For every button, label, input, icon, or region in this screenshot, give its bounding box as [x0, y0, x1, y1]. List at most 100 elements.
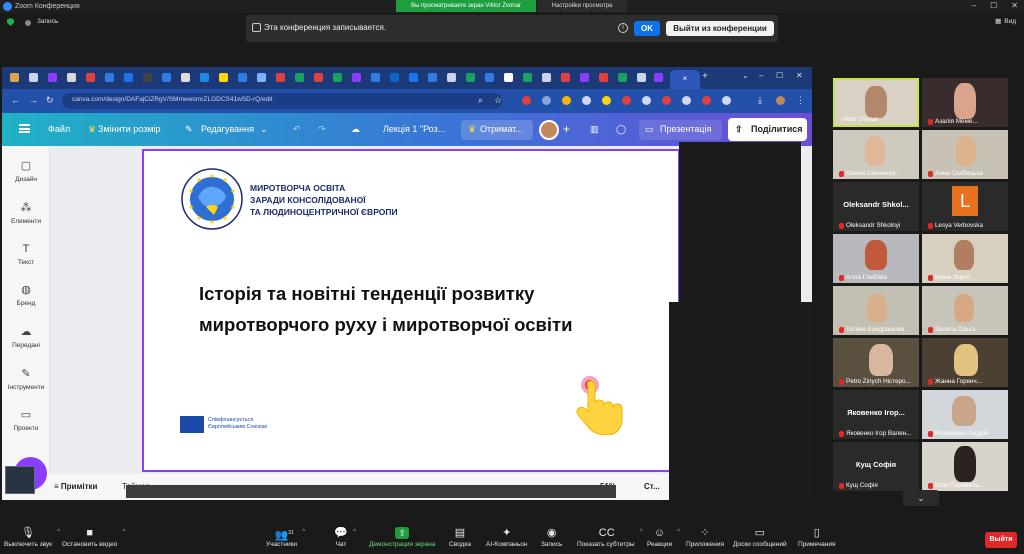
extension-icon[interactable]	[542, 96, 551, 105]
more-menu-icon[interactable]: ⋮	[796, 95, 805, 106]
tab-favicon-icon[interactable]	[654, 73, 663, 82]
collaborator-avatar[interactable]	[539, 120, 559, 140]
participant-tile[interactable]: Моховенко Андрій	[922, 390, 1008, 439]
chevron-up-icon[interactable]: ^	[640, 529, 643, 535]
pages-button[interactable]: Ст...	[644, 482, 660, 491]
apps-button[interactable]: ⁘ Приложения	[686, 527, 724, 548]
redo-icon[interactable]: ↷	[318, 124, 326, 135]
chat-button[interactable]: 💬 Чат ^	[334, 527, 356, 548]
tab-favicon-icon[interactable]	[561, 73, 570, 82]
info-icon[interactable]: i	[618, 23, 628, 33]
chevron-up-icon[interactable]: ^	[677, 529, 680, 535]
download-icon[interactable]: ⤓	[758, 95, 762, 106]
undo-icon[interactable]: ↶	[293, 124, 301, 135]
participant-tile[interactable]: Petro Zinych Ністеро...	[833, 338, 919, 387]
leave-button[interactable]: Выйти	[985, 532, 1017, 548]
maximize-icon[interactable]: ☐	[776, 71, 783, 80]
editing-mode-button[interactable]: Редагування	[201, 124, 254, 134]
participant-tile[interactable]: Алла Глебова	[833, 234, 919, 283]
extension-icon[interactable]	[642, 96, 651, 105]
ai-companion-button[interactable]: ✦ AI-Компаньон	[486, 527, 528, 548]
tab-favicon-icon[interactable]	[447, 73, 456, 82]
active-tab-close-icon[interactable]: ×	[670, 70, 700, 89]
participant-tile[interactable]: Юля Переваль...	[922, 442, 1008, 491]
participant-tile[interactable]: Яковенко Ігор... Яковенко Ігор Вален...	[833, 390, 919, 439]
tab-favicon-icon[interactable]	[618, 73, 627, 82]
tab-favicon-icon[interactable]	[10, 73, 19, 82]
url-field[interactable]: canva.com/design/DAFajCiZRgV/SMmewomrZLG…	[62, 93, 502, 109]
chevron-down-icon[interactable]: ⌄	[742, 71, 749, 80]
tab-favicon-icon[interactable]	[181, 73, 190, 82]
extension-icon[interactable]	[582, 96, 591, 105]
security-shield-icon[interactable]	[7, 18, 14, 26]
zoom-icon[interactable]: ⌕	[478, 95, 483, 106]
participant-tile[interactable]: Анна Скабицька	[922, 130, 1008, 179]
extension-icon[interactable]	[662, 96, 671, 105]
tab-favicon-icon[interactable]	[29, 73, 38, 82]
close-icon[interactable]: ✕	[796, 71, 803, 80]
sidebar-item-tools[interactable]: ✎ Інструменти	[2, 368, 50, 391]
hamburger-menu-icon[interactable]	[19, 124, 30, 133]
add-collaborator-icon[interactable]: +	[563, 122, 570, 136]
tab-favicon-icon[interactable]	[466, 73, 475, 82]
extension-icon[interactable]	[522, 96, 531, 105]
extension-icon[interactable]	[722, 96, 731, 105]
forward-icon[interactable]: →	[29, 95, 38, 105]
sidebar-item-text[interactable]: T Текст	[2, 243, 50, 266]
tab-favicon-icon[interactable]	[637, 73, 646, 82]
tab-favicon-icon[interactable]	[542, 73, 551, 82]
participant-tile[interactable]: Олена Сенченко...	[833, 130, 919, 179]
document-title[interactable]: Лекція 1 "Роз...	[383, 124, 445, 134]
participant-tile[interactable]: Зелепа Ольга	[922, 286, 1008, 335]
maximize-icon[interactable]: ☐	[990, 1, 997, 10]
notes-button[interactable]: ▯ Примечания	[798, 527, 836, 548]
sidebar-item-design[interactable]: ▢ Дизайн	[2, 160, 50, 183]
extension-icon[interactable]	[702, 96, 711, 105]
tab-favicon-icon[interactable]	[162, 73, 171, 82]
shared-screen-scroll-bar[interactable]	[126, 485, 616, 498]
tab-favicon-icon[interactable]	[504, 73, 513, 82]
chevron-up-icon[interactable]: ^	[57, 529, 60, 535]
resize-button[interactable]: Змінити розмір	[98, 124, 161, 134]
tab-favicon-icon[interactable]	[428, 73, 437, 82]
tab-favicon-icon[interactable]	[86, 73, 95, 82]
sidebar-item-uploads[interactable]: ☁ Передані	[2, 326, 50, 349]
participants-button[interactable]: 👥31 Участники ^	[266, 527, 305, 548]
stop-video-button[interactable]: ■ Остановить видео ^	[62, 527, 125, 548]
extension-icon[interactable]	[562, 96, 571, 105]
tab-favicon-icon[interactable]	[124, 73, 133, 82]
summary-button[interactable]: ▤ Сводка	[449, 527, 471, 548]
participant-tile[interactable]: Кущ Софія Кущ Софія	[833, 442, 919, 491]
gallery-scroll-down-icon[interactable]: ⌄	[903, 490, 939, 506]
extension-icon[interactable]	[602, 96, 611, 105]
chevron-up-icon[interactable]: ^	[302, 529, 305, 535]
tab-favicon-icon[interactable]	[238, 73, 247, 82]
whiteboards-button[interactable]: ▭ Доски сообщений	[733, 527, 787, 548]
participant-tile[interactable]: Ірина Зерке...	[922, 234, 1008, 283]
ok-button[interactable]: OK	[634, 21, 660, 36]
chevron-up-icon[interactable]: ^	[353, 529, 356, 535]
file-menu[interactable]: Файл	[48, 124, 70, 134]
participant-tile[interactable]: Oleksandr Shkol... Oleksandr Shkolnyi	[833, 182, 919, 231]
tab-favicon-icon[interactable]	[276, 73, 285, 82]
tab-favicon-icon[interactable]	[143, 73, 152, 82]
close-icon[interactable]: ✕	[1011, 1, 1018, 10]
participant-tile[interactable]: Жанна Горянч...	[922, 338, 1008, 387]
share-button[interactable]: ⇧ Поділитися	[728, 118, 807, 141]
bookmark-star-icon[interactable]: ☆	[494, 95, 502, 106]
profile-avatar-icon[interactable]	[776, 96, 785, 105]
participant-tile[interactable]: L Lesya Verbovska	[922, 182, 1008, 231]
tab-favicon-icon[interactable]	[48, 73, 57, 82]
tab-favicon-icon[interactable]	[485, 73, 494, 82]
back-icon[interactable]: ←	[11, 95, 20, 105]
sidebar-item-brand[interactable]: ◍ Бренд	[2, 284, 50, 307]
tab-favicon-icon[interactable]	[219, 73, 228, 82]
insights-chart-icon[interactable]: ▥	[590, 124, 599, 135]
tab-favicon-icon[interactable]	[67, 73, 76, 82]
extension-icon[interactable]	[622, 96, 631, 105]
tab-favicon-icon[interactable]	[295, 73, 304, 82]
tab-favicon-icon[interactable]	[580, 73, 589, 82]
tab-favicon-icon[interactable]	[409, 73, 418, 82]
subtitles-button[interactable]: CC Показать субтитры ^	[577, 527, 643, 548]
participant-tile[interactable]: Тетяна Кондрашова	[833, 286, 919, 335]
